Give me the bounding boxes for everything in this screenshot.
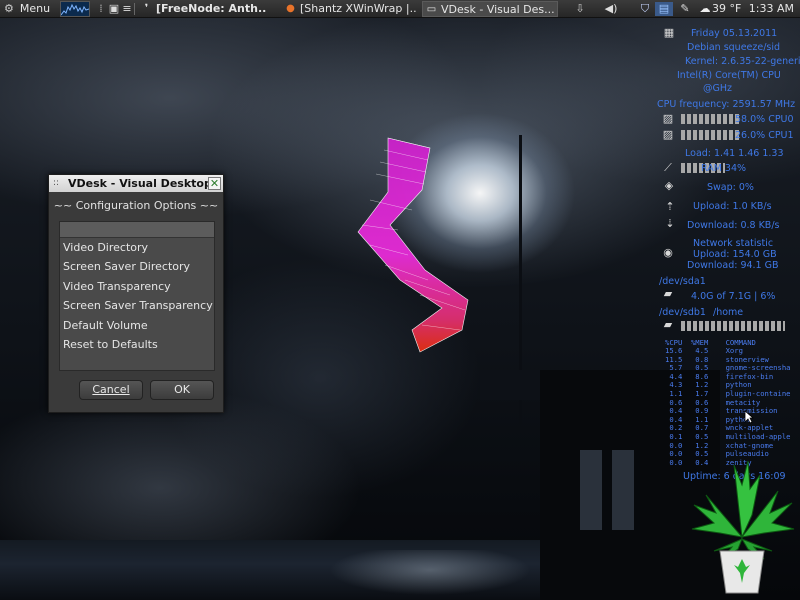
hard-disk-icon: ▰ — [663, 287, 673, 300]
option-default-volume[interactable]: Default Volume — [63, 317, 213, 335]
conky-sda1-usage: 4.0G of 7.1G | 6% — [691, 291, 776, 302]
ok-label: OK — [174, 383, 190, 396]
conky-download: Download: 0.8 KB/s — [687, 220, 780, 231]
conky-upload: Upload: 1.0 KB/s — [693, 201, 772, 212]
cannabis-plant-icon — [691, 460, 795, 594]
swap-icon: ◈ — [664, 179, 674, 192]
option-screensaver-directory[interactable]: Screen Saver Directory — [63, 258, 213, 276]
panel-separator — [134, 3, 135, 15]
cancel-button[interactable]: Cancel — [79, 380, 143, 400]
calendar-icon: ▦ — [663, 26, 675, 39]
option-reset-defaults[interactable]: Reset to Defaults — [63, 336, 213, 354]
vdesk-config-dialog: :: VDesk - Visual Desktop ✕ ~~ Configura… — [48, 174, 224, 413]
conky-sdb1: /dev/sdb1 — [659, 307, 706, 318]
desktop-icon[interactable]: ▣ — [107, 2, 121, 16]
mouse-cursor-icon — [744, 410, 754, 424]
cpu-chip-icon: ▨ — [662, 112, 674, 125]
hard-disk-icon: ▰ — [663, 318, 673, 331]
moonlight-reflection — [330, 550, 530, 600]
option-video-transparency[interactable]: Video Transparency — [63, 278, 213, 296]
titlebar-grip-icon: :: — [53, 178, 60, 188]
cpu-chip-icon: ▨ — [662, 128, 674, 141]
globe-icon: ◉ — [663, 246, 673, 259]
conky-cpu-model: Intel(R) Core(TM) CPU — [677, 70, 781, 81]
conky-os: Debian squeeze/sid — [687, 42, 781, 53]
task-label: [Shantz XWinWrap |... — [300, 2, 416, 15]
cancel-label: Cancel — [92, 383, 130, 396]
conky-cpu1: 26.0% CPU1 — [735, 130, 794, 141]
sdb1-usage-bar — [681, 321, 785, 331]
screensaver-ribbon — [357, 137, 469, 353]
ram-icon: ⟋ — [664, 161, 672, 174]
conky-date: Friday 05.13.2011 — [691, 28, 778, 39]
conky-kernel: Kernel: 2.6.35-22-generic — [685, 56, 800, 67]
upload-arrow-icon: ⇡ — [665, 200, 675, 213]
conky-monitor: ▦ Friday 05.13.2011 Debian squeeze/sid K… — [655, 16, 800, 486]
conky-swap: Swap: 0% — [707, 182, 754, 193]
conky-net-title: Network statistic — [693, 238, 774, 249]
conky-ram: RAM 34% — [701, 163, 747, 174]
task-firefox[interactable]: ● [Shantz XWinWrap |... — [282, 1, 416, 17]
conky-load: Load: 1.41 1.46 1.33 — [685, 148, 784, 159]
firefox-icon: ● — [286, 3, 295, 14]
task-freenode[interactable]: ❜ [FreeNode: Anth... — [138, 1, 266, 17]
conky-cpu-speed: @GHz — [703, 83, 732, 94]
cpu-graph-applet[interactable] — [60, 1, 90, 17]
task-label: [FreeNode: Anth... — [156, 2, 266, 15]
window-icon: ▭ — [426, 4, 437, 15]
download-arrow-icon: ⇣ — [665, 217, 675, 230]
updates-icon[interactable]: ⇩ — [572, 2, 588, 16]
pier-window — [612, 450, 634, 530]
menu-label: Menu — [19, 2, 51, 15]
process-table: 15.6 4.5 Xorg 11.5 0.8 stonerview 5.7 0.5… — [665, 346, 791, 467]
weather-cloud-icon: ☁ — [699, 2, 711, 15]
options-list-header — [60, 222, 214, 238]
conky-net-upload: Upload: 154.0 GB — [693, 249, 777, 260]
close-icon[interactable]: ✕ — [208, 177, 221, 190]
option-video-directory[interactable]: Video Directory — [63, 239, 213, 257]
dialog-title: VDesk - Visual Desktop — [68, 177, 212, 190]
gear-icon: ⚙ — [4, 2, 14, 15]
conky-cpu0: 58.0% CPU0 — [735, 114, 794, 125]
pier-window — [580, 450, 602, 530]
conky-sdb1-mount: /home — [713, 307, 744, 318]
conky-net-download: Download: 94.1 GB — [687, 260, 779, 271]
ok-button[interactable]: OK — [150, 380, 214, 400]
dialog-heading: ~~ Configuration Options ~~ — [53, 199, 219, 212]
task-label: VDesk - Visual Des... — [441, 3, 555, 16]
conky-frequency: CPU frequency: 2591.57 MHz — [657, 99, 796, 110]
notes-icon[interactable]: ✎ — [678, 2, 692, 16]
task-vdesk[interactable]: ▭ VDesk - Visual Des... — [422, 1, 558, 17]
option-screensaver-transparency[interactable]: Screen Saver Transparency — [63, 297, 213, 315]
shield-icon[interactable]: ⛉ — [638, 2, 652, 16]
volume-icon[interactable]: ◀) — [604, 2, 618, 16]
dialog-titlebar[interactable]: :: VDesk - Visual Desktop ✕ — [49, 175, 223, 192]
options-list: Video Directory Screen Saver Directory V… — [59, 221, 215, 371]
chat-icon: ❜ — [144, 3, 149, 14]
network-icon[interactable]: ▤ — [655, 2, 673, 16]
menu-button[interactable]: ⚙ Menu — [4, 0, 64, 18]
cpu0-bar — [681, 114, 741, 124]
separator-icon: ⁞ — [99, 2, 103, 15]
conky-sda1: /dev/sda1 — [659, 276, 706, 287]
window-list-icon[interactable]: ≡ — [122, 2, 132, 16]
cpu1-bar — [681, 130, 741, 140]
